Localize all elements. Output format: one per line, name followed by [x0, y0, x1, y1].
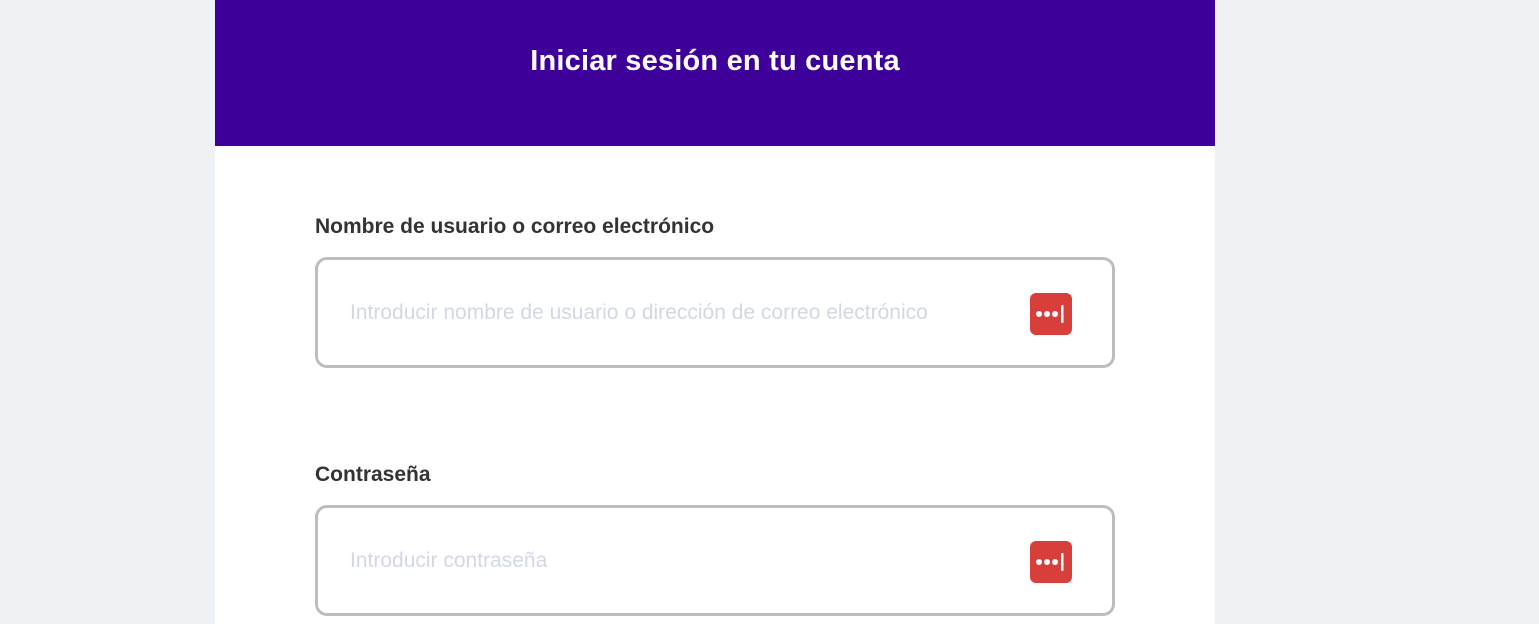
page-title: Iniciar sesión en tu cuenta: [530, 45, 900, 77]
password-manager-icon: [1036, 553, 1064, 571]
password-manager-button[interactable]: [1030, 293, 1072, 335]
login-page: Iniciar sesión en tu cuenta Nombre de us…: [0, 0, 1539, 624]
password-manager-icon: [1036, 305, 1064, 323]
username-field[interactable]: [315, 257, 1115, 368]
password-label: Contraseña: [315, 463, 431, 486]
username-label: Nombre de usuario o correo electrónico: [315, 215, 715, 238]
password-field[interactable]: [315, 505, 1115, 616]
login-card: Iniciar sesión en tu cuenta Nombre de us…: [215, 0, 1215, 624]
password-manager-button[interactable]: [1030, 541, 1072, 583]
username-input[interactable]: [350, 260, 1030, 365]
password-input[interactable]: [350, 508, 1030, 613]
